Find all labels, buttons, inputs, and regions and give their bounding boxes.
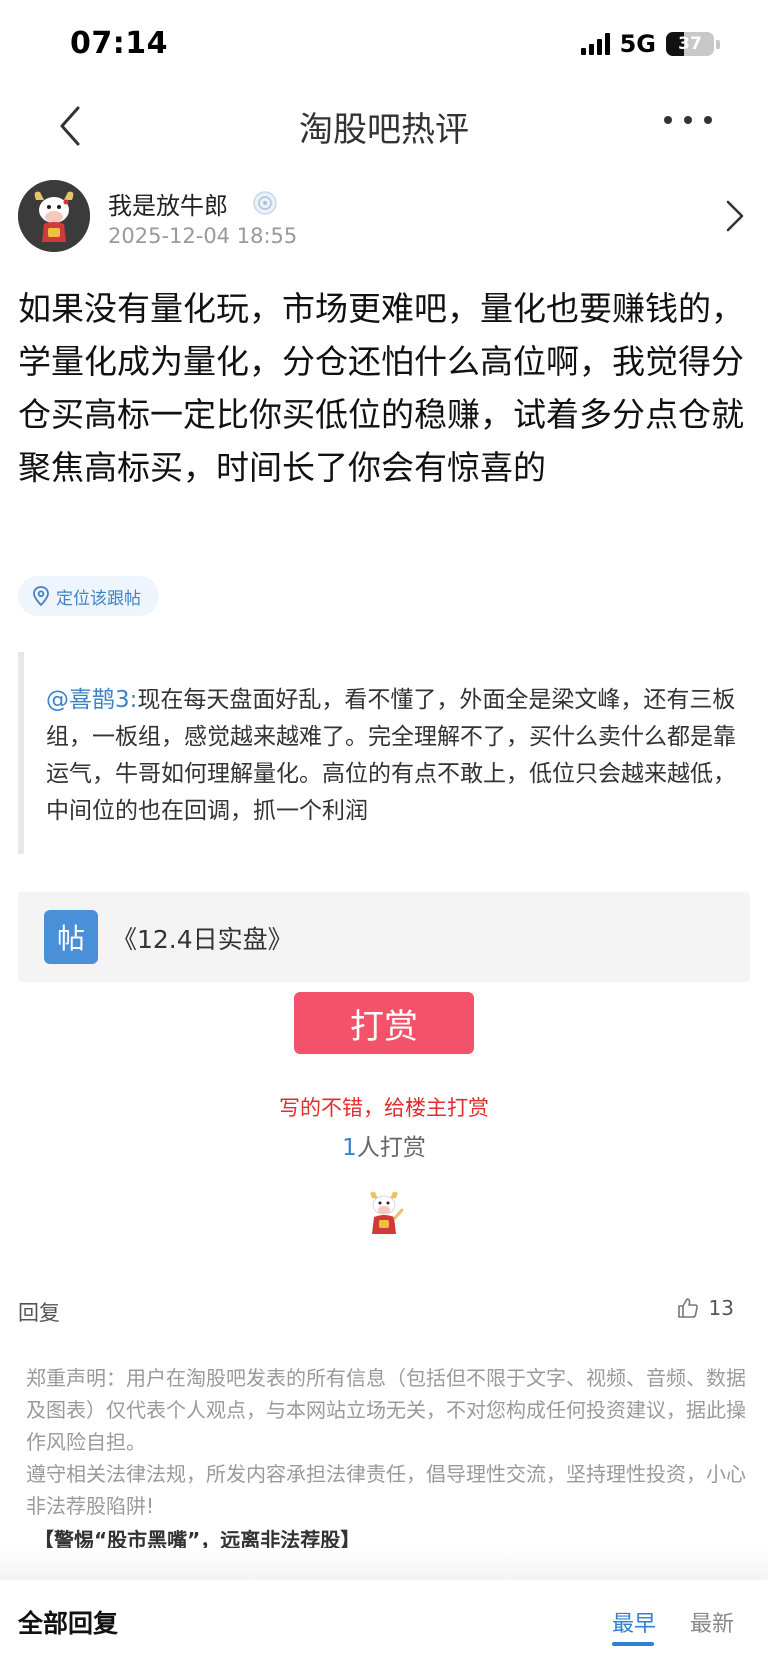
more-dot-icon bbox=[664, 116, 672, 124]
nav-bar: 淘股吧热评 bbox=[0, 86, 768, 166]
reward-button[interactable]: 打赏 bbox=[294, 992, 474, 1054]
status-time: 07:14 bbox=[70, 26, 168, 61]
chevron-right-icon[interactable] bbox=[718, 196, 750, 236]
battery-cap bbox=[716, 39, 720, 49]
verified-badge-icon bbox=[253, 191, 277, 215]
all-replies-title: 全部回复 bbox=[18, 1609, 119, 1638]
quoted-text: 现在每天盘面好乱，看不懂了，外面全是梁文峰，还有三板组，一板组，感觉越来越难了。… bbox=[46, 687, 736, 824]
more-dot-icon bbox=[704, 116, 712, 124]
thumbs-up-icon bbox=[677, 1298, 698, 1318]
like-count: 13 bbox=[708, 1296, 734, 1320]
location-pin-icon bbox=[33, 586, 49, 606]
more-menu-button[interactable] bbox=[664, 116, 712, 124]
linked-post-title: 《12.4日实盘》 bbox=[112, 925, 293, 954]
reward-count[interactable]: 1人打赏 bbox=[0, 1128, 768, 1162]
status-bar: 07:14 5G 37 bbox=[0, 0, 768, 86]
reward-hint: 写的不错，给楼主打赏 bbox=[279, 1096, 489, 1120]
quoted-reply[interactable]: @喜鹊3:现在每天盘面好乱，看不懂了，外面全是梁文峰，还有三板组，一板组，感觉越… bbox=[18, 652, 748, 854]
sort-latest-tab[interactable]: 最新 bbox=[690, 1606, 734, 1638]
bottom-shade bbox=[0, 1548, 768, 1584]
battery-level: 37 bbox=[678, 34, 702, 54]
linked-post-card[interactable]: 帖 《12.4日实盘》 bbox=[18, 892, 750, 982]
rewarder-avatar-icon[interactable] bbox=[362, 1188, 406, 1240]
more-dot-icon bbox=[684, 116, 692, 124]
replies-header: 全部回复 最早 最新 bbox=[0, 1580, 768, 1662]
cellular-signal-icon bbox=[580, 33, 610, 55]
battery-icon: 37 bbox=[666, 32, 714, 56]
disclaimer-text: 郑重声明：用户在淘股吧发表的所有信息（包括但不限于文字、视频、音频、数据及图表）… bbox=[26, 1366, 746, 1518]
page-title: 淘股吧热评 bbox=[299, 110, 469, 150]
like-button[interactable]: 13 bbox=[677, 1296, 734, 1320]
reward-count-suffix: 人打赏 bbox=[356, 1135, 426, 1161]
quoted-user-mention[interactable]: @喜鹊3: bbox=[46, 687, 137, 713]
status-indicators: 5G 37 bbox=[580, 30, 720, 58]
locate-label: 定位该跟帖 bbox=[56, 588, 141, 609]
reply-button[interactable]: 回复 bbox=[18, 1297, 60, 1327]
sort-active-underline bbox=[612, 1642, 654, 1646]
locate-reply-button[interactable]: 定位该跟帖 bbox=[18, 576, 159, 616]
author-name[interactable]: 我是放牛郎 bbox=[108, 186, 228, 221]
cow-avatar-icon bbox=[18, 180, 90, 252]
post-badge-icon: 帖 bbox=[44, 910, 98, 964]
sort-earliest-tab[interactable]: 最早 bbox=[612, 1606, 656, 1638]
post-content: 如果没有量化玩，市场更难吧，量化也要赚钱的，学量化成为量化，分仓还怕什么高位啊，… bbox=[18, 289, 744, 487]
post-timestamp: 2025-12-04 18:55 bbox=[108, 224, 298, 248]
author-row[interactable]: 我是放牛郎 2025-12-04 18:55 bbox=[18, 180, 750, 256]
network-type: 5G bbox=[619, 30, 656, 58]
reward-count-number: 1 bbox=[342, 1135, 357, 1161]
avatar[interactable] bbox=[18, 180, 90, 252]
